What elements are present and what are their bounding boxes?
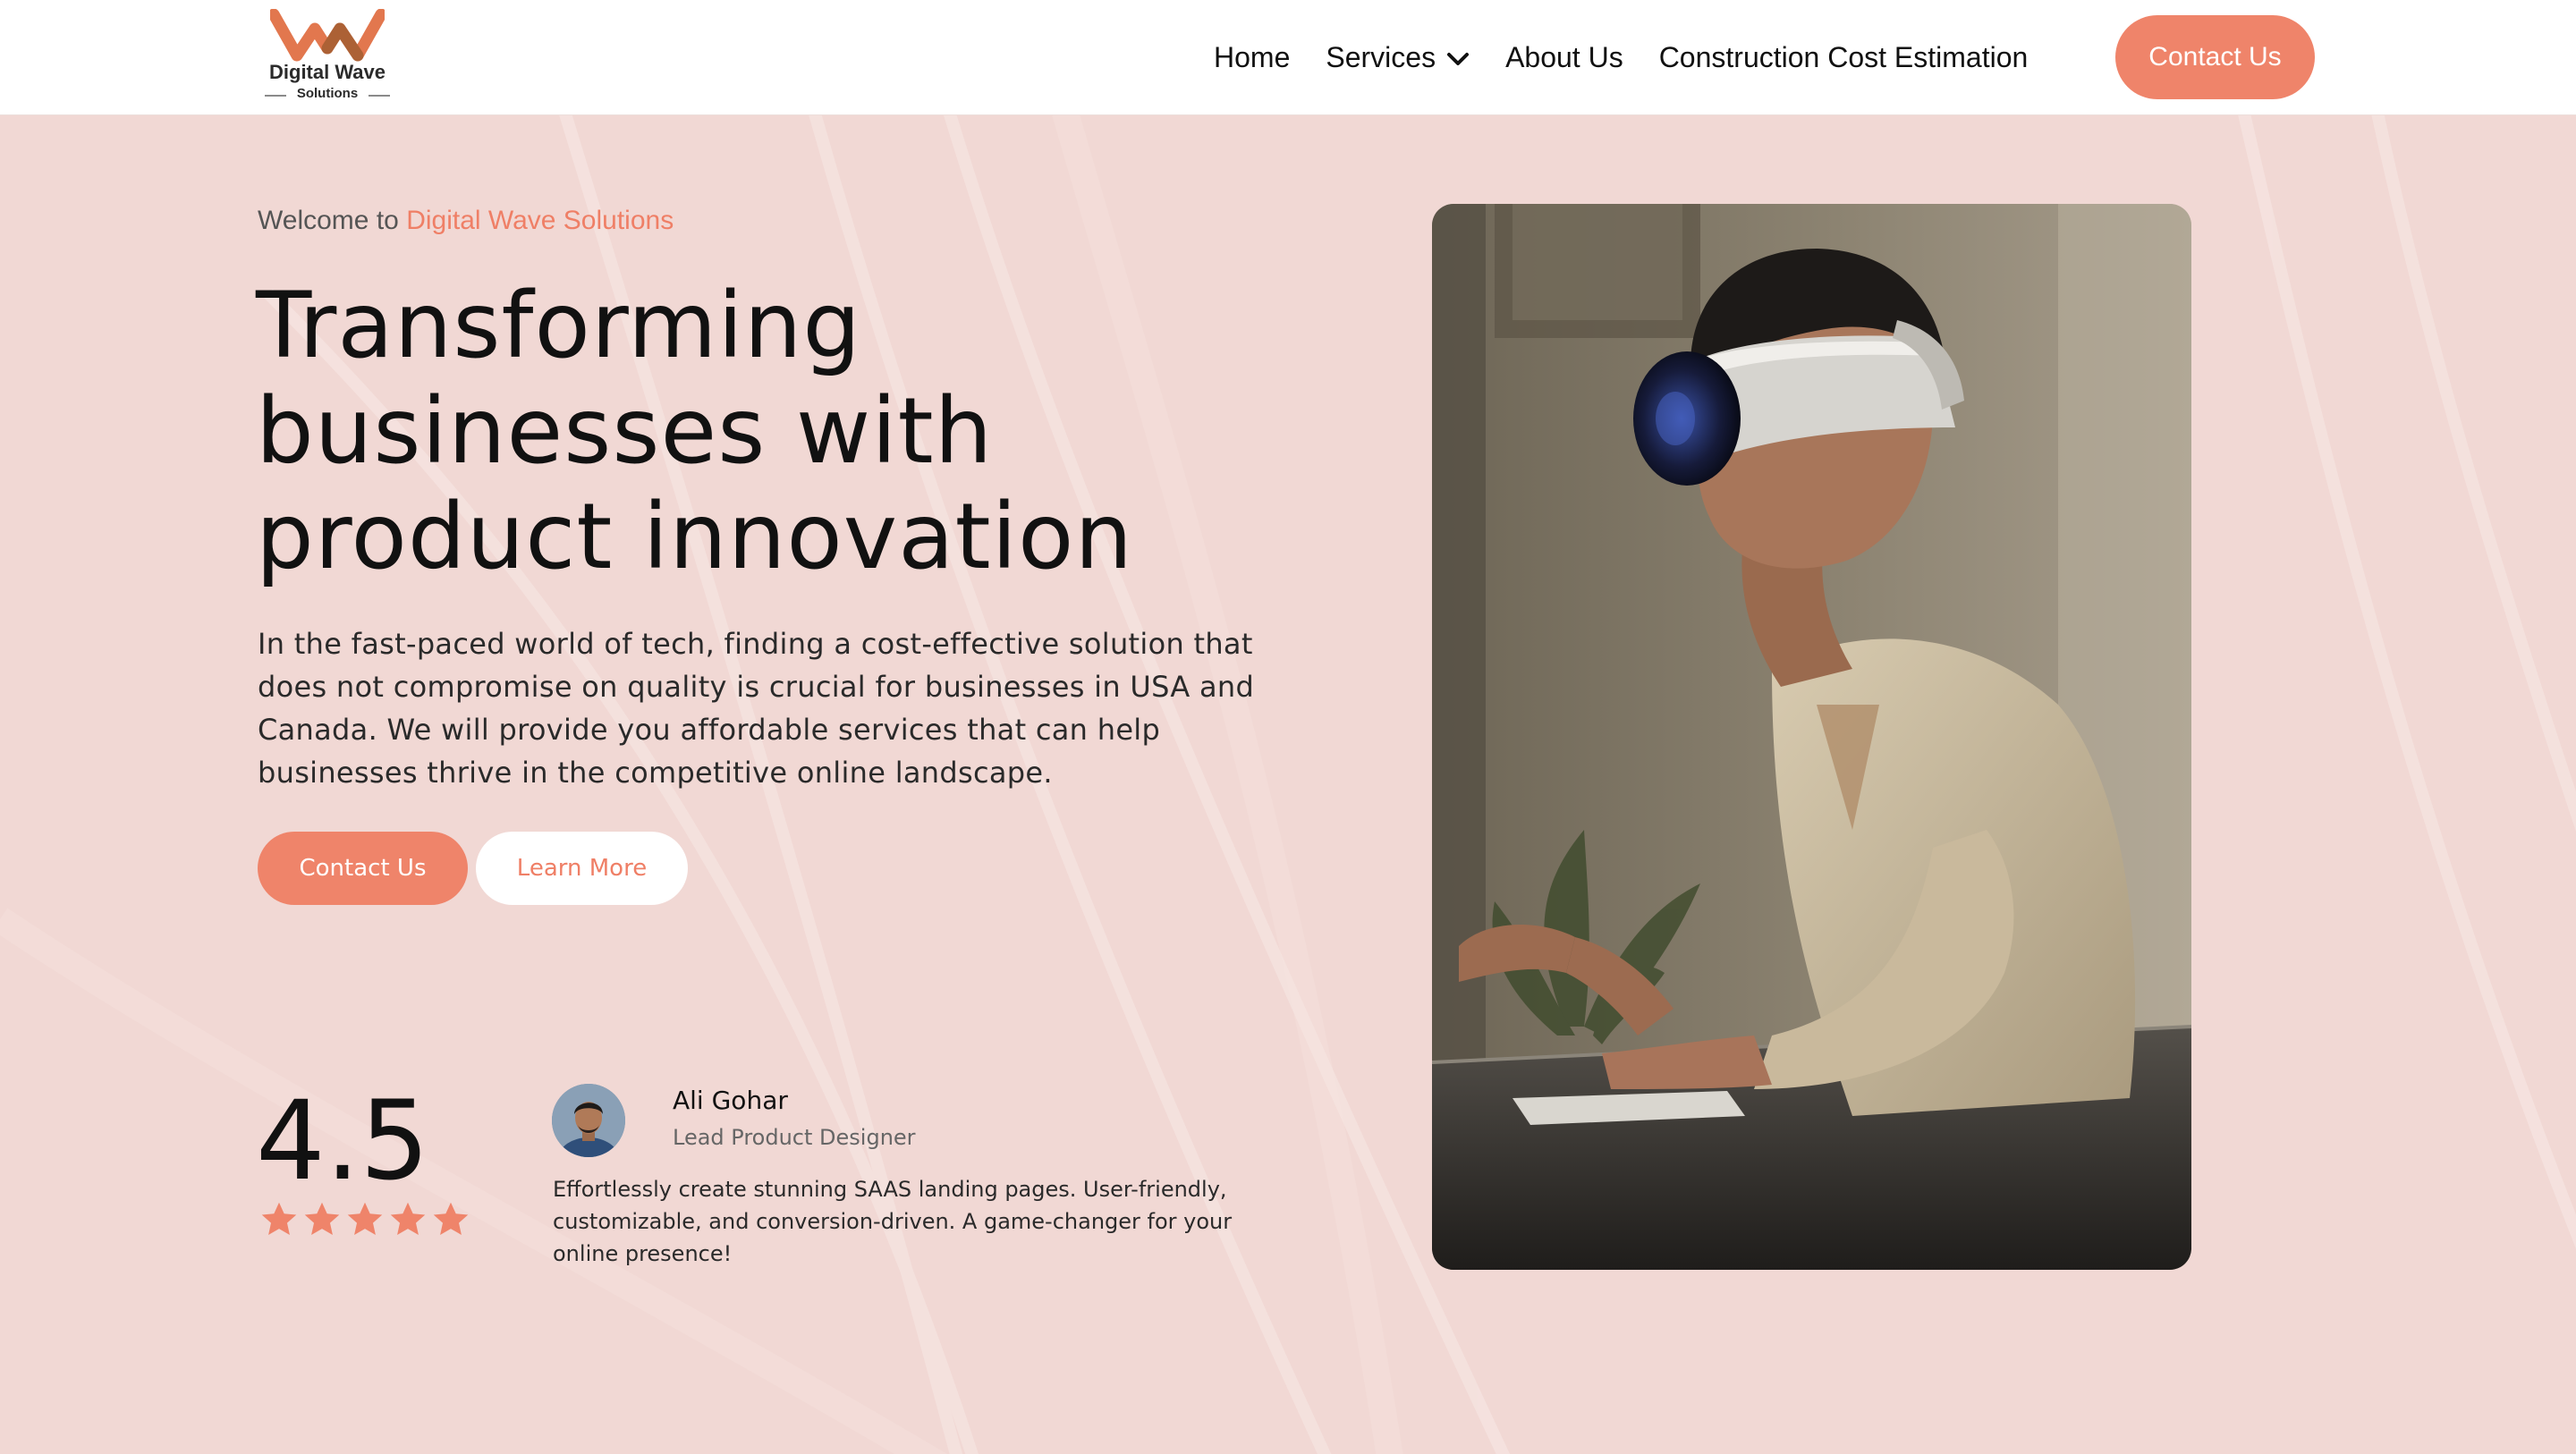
welcome-prefix: Welcome to: [258, 206, 399, 235]
hero-headline: Transforming businesses with product inn…: [256, 274, 1419, 590]
avatar: [552, 1084, 625, 1157]
testimonial-quote: Effortlessly create stunning SAAS landin…: [553, 1177, 1233, 1266]
rating-value: 4.5: [256, 1078, 430, 1205]
rating-stars: [259, 1200, 474, 1239]
star-icon: [304, 1202, 340, 1236]
top-navbar: Digital Wave Solutions Home Services Abo…: [0, 0, 2576, 115]
hero-contact-button[interactable]: Contact Us: [258, 832, 468, 905]
logo-sub: Solutions: [296, 86, 359, 101]
hero-learn-more-button[interactable]: Learn More: [476, 832, 688, 905]
nav-services[interactable]: Services: [1326, 41, 1470, 74]
logo-name: Digital Wave: [269, 61, 386, 83]
headline-line-1: Transforming: [256, 273, 862, 379]
star-icon: [261, 1202, 297, 1236]
nav-home[interactable]: Home: [1214, 41, 1290, 74]
nav-contact-button[interactable]: Contact Us: [2115, 15, 2315, 99]
headline-line-2: businesses with: [256, 378, 994, 485]
testimonial-role: Lead Product Designer: [673, 1125, 916, 1150]
brand-logo[interactable]: Digital Wave Solutions: [261, 9, 394, 106]
welcome-brand: Digital Wave Solutions: [406, 206, 674, 235]
star-icon: [433, 1202, 469, 1236]
headline-line-3: product innovation: [256, 484, 1134, 590]
logo-divider-right: [369, 95, 390, 97]
main-menu: Home Services About Us Construction Cost…: [1214, 36, 2028, 79]
nav-construction-cost-estimation[interactable]: Construction Cost Estimation: [1659, 41, 2029, 74]
hero-description: In the fast-paced world of tech, finding…: [258, 627, 1255, 790]
nav-services-label: Services: [1326, 40, 1436, 73]
hero-image: [1432, 204, 2191, 1270]
wave-logo-icon: [270, 9, 385, 62]
nav-about-us[interactable]: About Us: [1505, 41, 1623, 74]
chevron-down-icon: [1446, 41, 1470, 74]
welcome-text: Welcome to Digital Wave Solutions: [258, 206, 674, 236]
star-icon: [390, 1202, 426, 1236]
testimonial-name: Ali Gohar: [673, 1086, 788, 1115]
star-icon: [347, 1202, 383, 1236]
